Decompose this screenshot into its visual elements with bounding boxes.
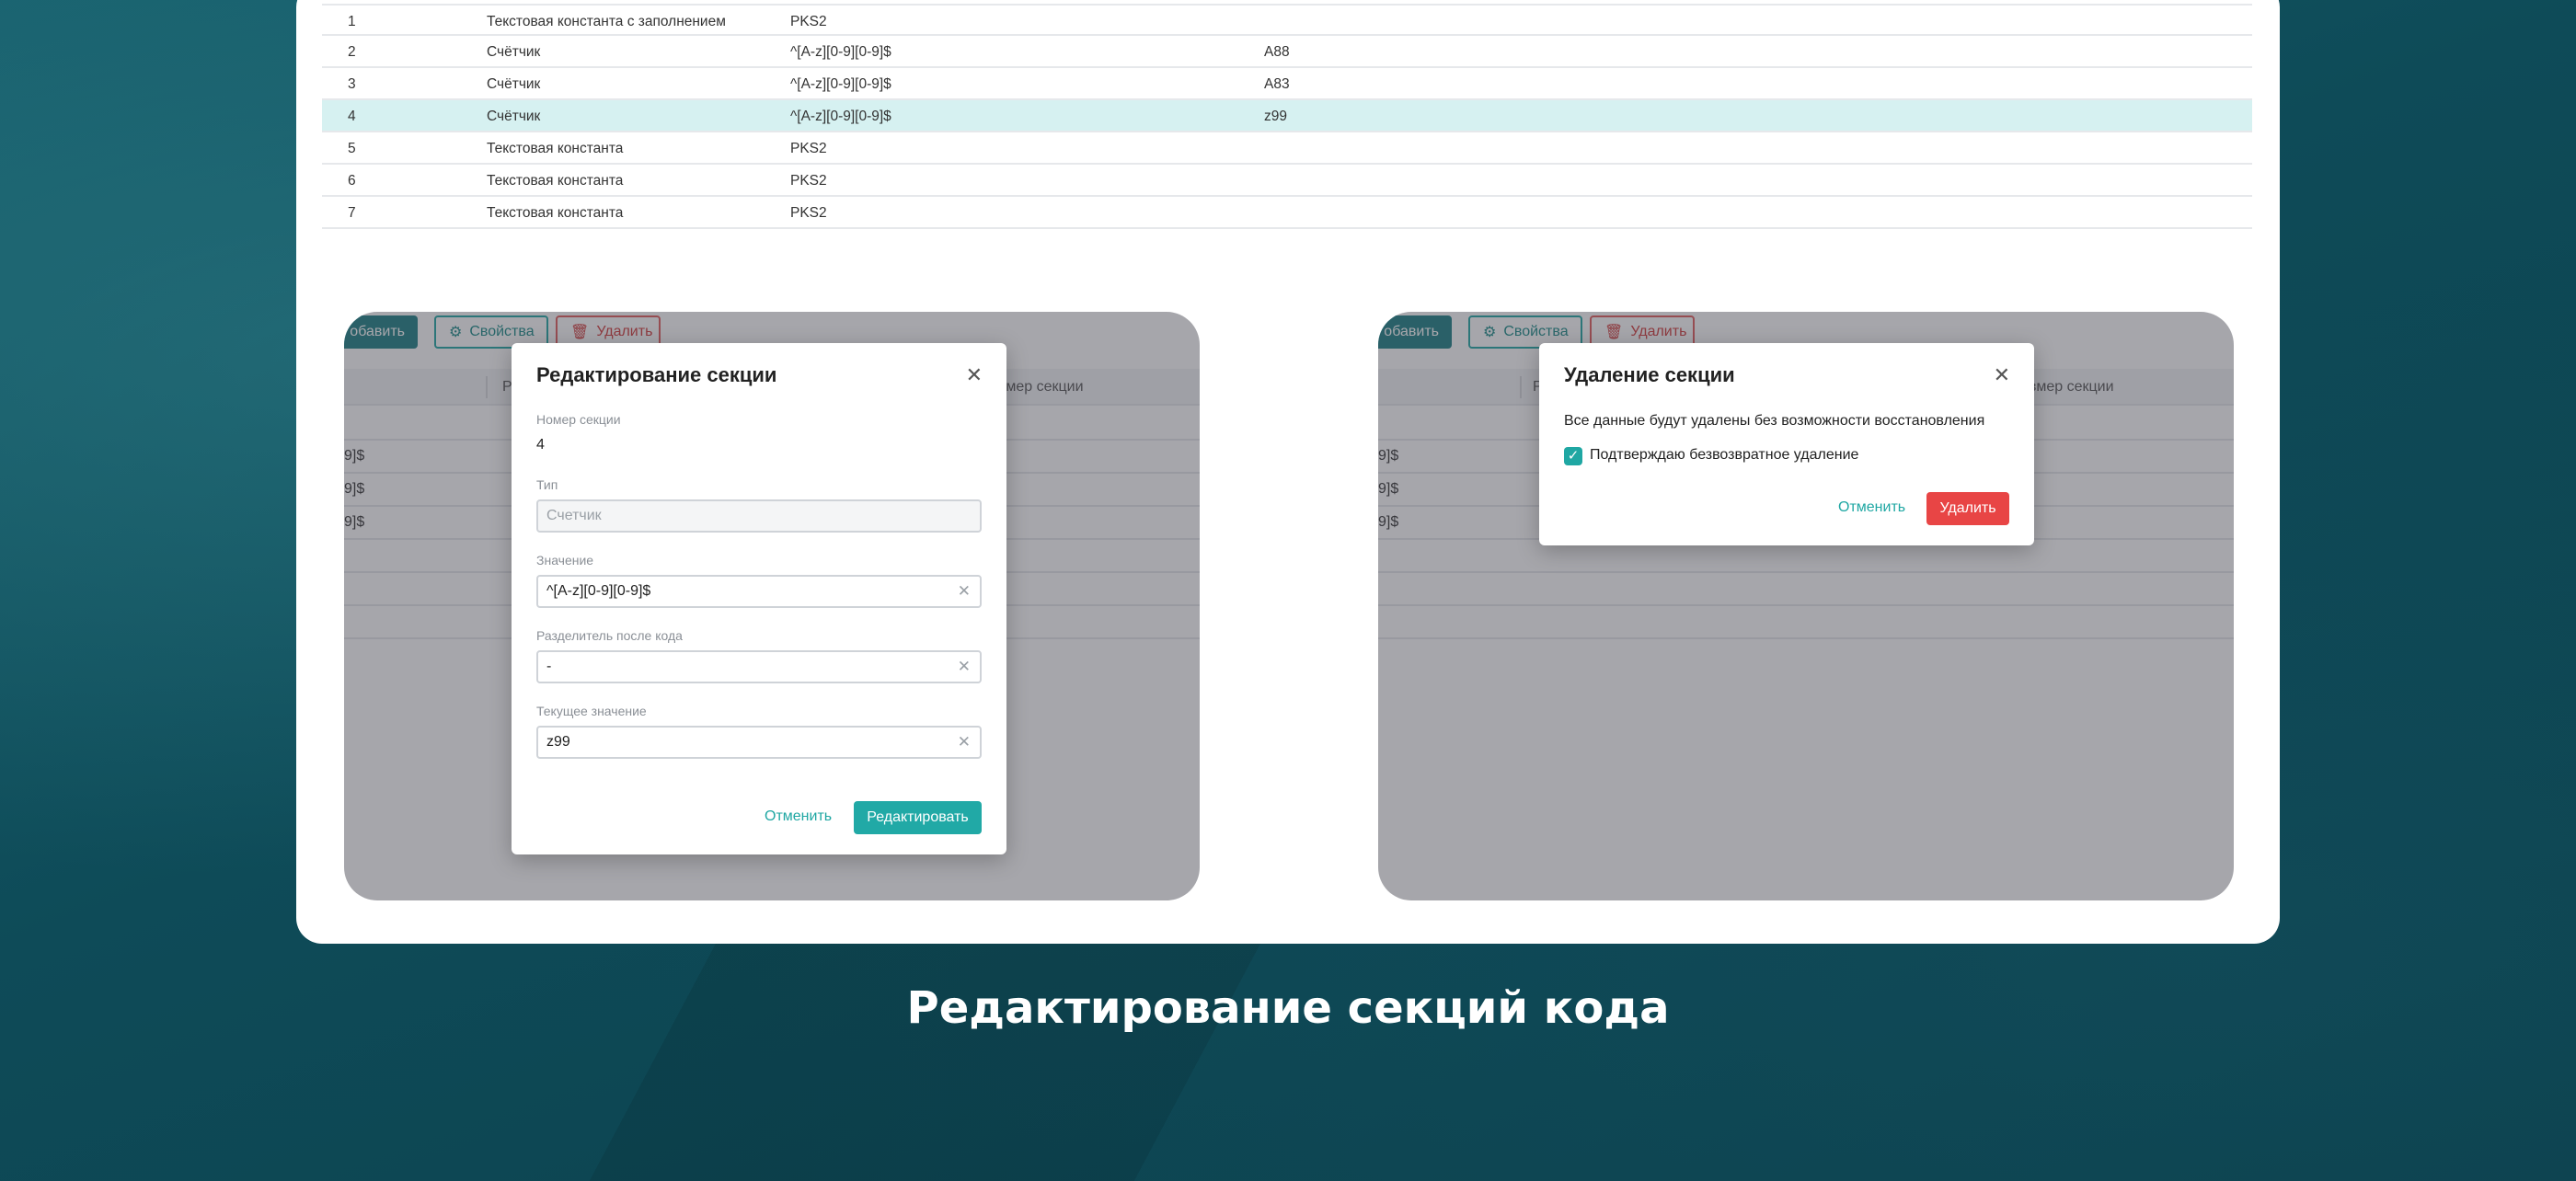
table-row[interactable]: 7 Текстовая константа PKS2	[322, 197, 2252, 229]
cell-type: Текстовая константа	[487, 205, 624, 221]
cell-type: Текстовая константа	[487, 141, 624, 156]
current-value-field[interactable]: z99 ✕	[536, 726, 982, 759]
sections-table: 1 Текстовая константа с заполнением PKS2…	[322, 4, 2252, 229]
cell-type: Счётчик	[487, 109, 541, 124]
modal-title: Редактирование секции	[536, 363, 777, 386]
cell-type: Текстовая константа	[487, 173, 624, 189]
cell-value: ^[A-z][0-9][0-9]$	[790, 76, 891, 92]
cell-value: PKS2	[790, 14, 827, 29]
type-field-placeholder: Счетчик	[546, 508, 602, 523]
cell-current: A83	[1264, 76, 1290, 92]
confirm-checkbox-label: Подтверждаю безвозвратное удаление	[1590, 447, 1859, 463]
clear-icon[interactable]: ✕	[958, 733, 971, 751]
separator-field-text: -	[546, 659, 552, 674]
clear-icon[interactable]: ✕	[958, 658, 971, 676]
cell-value: PKS2	[790, 141, 827, 156]
cell-type: Счётчик	[487, 44, 541, 60]
cell-number: 1	[348, 14, 356, 29]
current-value-label: Текущее значение	[536, 704, 647, 718]
delete-warning-text: Все данные будут удалены без возможности…	[1564, 413, 1985, 429]
value-field-text: ^[A-z][0-9][0-9]$	[546, 583, 651, 599]
cell-value: PKS2	[790, 173, 827, 189]
separator-field[interactable]: - ✕	[536, 650, 982, 683]
close-icon[interactable]: ✕	[966, 365, 983, 385]
table-row[interactable]: 5 Текстовая константа PKS2	[322, 132, 2252, 165]
value-field[interactable]: ^[A-z][0-9][0-9]$ ✕	[536, 575, 982, 608]
current-value-field-text: z99	[546, 734, 570, 750]
table-row[interactable]: 6 Текстовая константа PKS2	[322, 165, 2252, 197]
cell-number: 7	[348, 205, 356, 221]
cell-number: 6	[348, 173, 356, 189]
section-number-label: Номер секции	[536, 412, 621, 427]
cell-number: 4	[348, 109, 356, 124]
value-label: Значение	[536, 553, 594, 568]
edit-submit-button[interactable]: Редактировать	[854, 801, 982, 834]
cell-current: z99	[1264, 109, 1287, 124]
cancel-button[interactable]: Отменить	[1838, 499, 1905, 516]
modal-title: Удаление секции	[1564, 363, 1735, 386]
cell-number: 2	[348, 44, 356, 60]
table-row[interactable]: 2 Счётчик ^[A-z][0-9][0-9]$ A88	[322, 36, 2252, 68]
table-row-selected[interactable]: 4 Счётчик ^[A-z][0-9][0-9]$ z99	[322, 100, 2252, 132]
page-caption: Редактирование секций кода	[906, 982, 1670, 1034]
cell-value: ^[A-z][0-9][0-9]$	[790, 44, 891, 60]
table-row[interactable]: 1 Текстовая константа с заполнением PKS2	[322, 4, 2252, 36]
cell-value: PKS2	[790, 205, 827, 221]
cell-type: Счётчик	[487, 76, 541, 92]
type-label: Тип	[536, 477, 558, 492]
close-icon[interactable]: ✕	[1994, 365, 2010, 385]
separator-label: Разделитель после кода	[536, 628, 683, 643]
delete-section-modal: Удаление секции ✕ Все данные будут удале…	[1539, 343, 2034, 545]
confirm-delete-button[interactable]: Удалить	[1926, 492, 2009, 525]
type-field[interactable]: Счетчик	[536, 499, 982, 533]
clear-icon[interactable]: ✕	[958, 582, 971, 601]
cell-number: 5	[348, 141, 356, 156]
cancel-button[interactable]: Отменить	[765, 808, 832, 825]
cell-number: 3	[348, 76, 356, 92]
cell-type: Текстовая константа с заполнением	[487, 14, 726, 29]
cell-value: ^[A-z][0-9][0-9]$	[790, 109, 891, 124]
cell-current: A88	[1264, 44, 1290, 60]
confirm-checkbox[interactable]: ✓	[1564, 447, 1582, 465]
table-row[interactable]: 3 Счётчик ^[A-z][0-9][0-9]$ A83	[322, 68, 2252, 100]
section-number-value: 4	[536, 437, 545, 453]
edit-section-modal: Редактирование секции ✕ Номер секции 4 Т…	[512, 343, 1006, 854]
